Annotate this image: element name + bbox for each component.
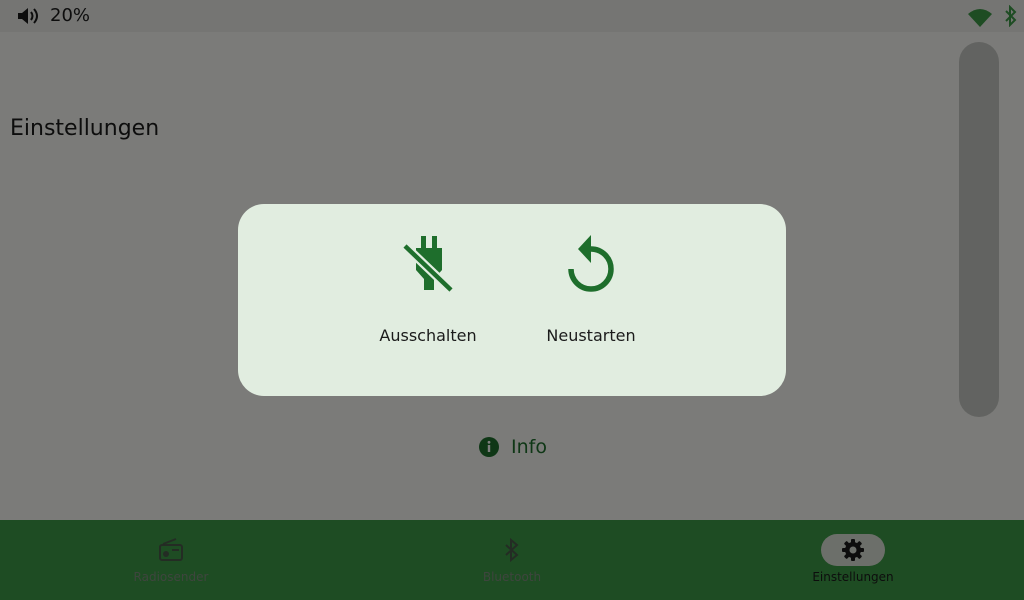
restart-button[interactable]: Neustarten — [526, 234, 656, 345]
restart-icon — [568, 235, 614, 292]
power-off-plug-icon — [401, 236, 455, 294]
shutdown-label: Ausschalten — [379, 326, 477, 345]
shutdown-button[interactable]: Ausschalten — [363, 234, 493, 345]
power-dialog: Ausschalten Neustarten — [238, 204, 786, 396]
restart-label: Neustarten — [546, 326, 636, 345]
